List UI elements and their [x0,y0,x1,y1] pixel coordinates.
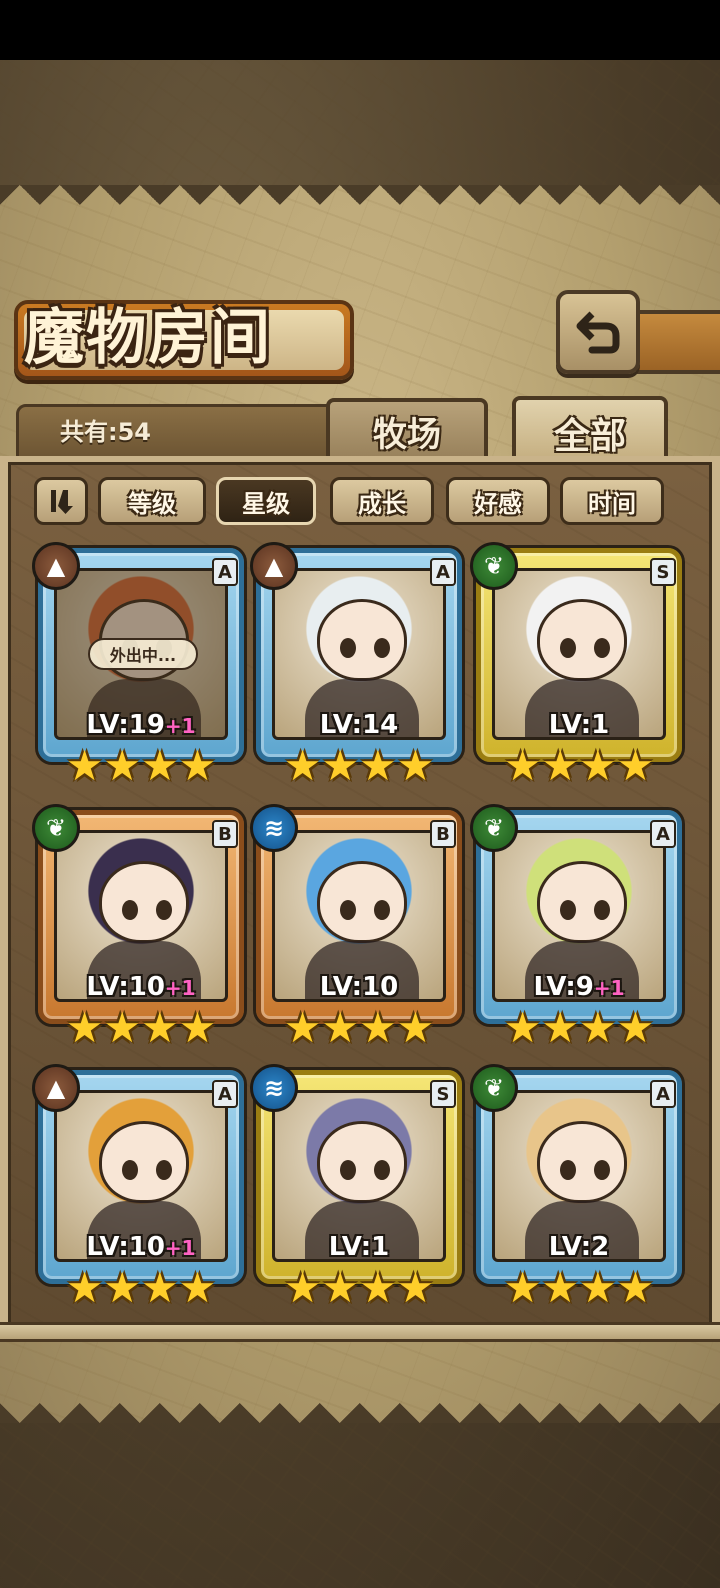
away-status-tag: 外出中... [88,638,198,670]
rock-element-icon: ▲ [32,1064,80,1112]
level-value: LV:10 [86,972,165,1002]
stars-icon: ★★★★ [283,1263,435,1312]
star-rating: ★★★★ [66,744,217,788]
monster-count: 共有:54 [60,418,151,446]
panel-bottom-rail [0,1322,720,1342]
rank-badge: B [430,820,456,848]
torn-edge-bottom [0,1383,720,1423]
leaf-element-icon: ❦ [470,542,518,590]
sort-order-icon [51,490,73,514]
monster-card[interactable]: ❦ B LV:10+1 ★★★★ [32,804,244,1050]
star-rating: ★★★★ [504,1006,655,1050]
level-value: LV:9 [533,972,594,1002]
back-button-tail [636,310,720,374]
level-label: LV:2 [476,1232,682,1262]
stars-icon: ★★★★ [503,741,655,790]
rank-badge: A [212,1080,238,1108]
torn-edge-top [0,185,720,225]
rank-badge: A [650,820,676,848]
tab-ranch[interactable]: 牧场 [326,398,488,460]
status-bar [0,0,720,60]
monster-card[interactable]: ▲ A LV:10+1 ★★★★ [32,1064,244,1310]
water-element-icon: ≋ [250,804,298,852]
level-bonus: +1 [164,1236,196,1260]
monster-card[interactable]: ▲ A 外出中... LV:19+1 ★★★★ [32,542,244,788]
stars-icon: ★★★★ [65,1263,217,1312]
sort-order-toggle[interactable] [34,477,88,525]
level-value: LV:1 [328,1232,390,1262]
stars-icon: ★★★★ [503,1263,655,1312]
rank-badge: A [430,558,456,586]
sort-affection-button[interactable]: 好感 [446,477,550,525]
monster-card[interactable]: ≋ S LV:1 ★★★★ [250,1064,462,1310]
return-arrow-icon [576,311,620,354]
star-rating: ★★★★ [66,1006,217,1050]
star-rating: ★★★★ [504,1266,655,1310]
star-rating: ★★★★ [504,744,655,788]
monster-card[interactable]: ▲ A LV:14 ★★★★ [250,542,462,788]
stars-icon: ★★★★ [283,741,435,790]
rank-badge: S [650,558,676,586]
leaf-element-icon: ❦ [470,1064,518,1112]
rank-badge: A [212,558,238,586]
level-label: LV:10+1 [38,1232,244,1262]
rock-element-icon: ▲ [250,542,298,590]
level-bonus: +1 [164,714,196,738]
monster-card[interactable]: ❦ A LV:2 ★★★★ [470,1064,682,1310]
back-button[interactable] [556,290,640,374]
star-rating: ★★★★ [284,1006,435,1050]
level-value: LV:2 [548,1232,610,1262]
rank-badge: A [650,1080,676,1108]
star-rating: ★★★★ [66,1266,217,1310]
level-label: LV:19+1 [38,710,244,740]
sort-growth-button[interactable]: 成长 [330,477,434,525]
leaf-element-icon: ❦ [470,804,518,852]
star-rating: ★★★★ [284,744,435,788]
water-element-icon: ≋ [250,1064,298,1112]
page-title: 魔物房间 [24,303,272,373]
monster-card[interactable]: ❦ A LV:9+1 ★★★★ [470,804,682,1050]
stars-icon: ★★★★ [503,1003,655,1052]
level-bonus: +1 [593,976,625,1000]
rock-element-icon: ▲ [32,542,80,590]
sort-stars-button[interactable]: 星级 [216,477,316,525]
level-value: LV:1 [548,710,610,740]
level-label: LV:14 [256,710,462,740]
level-bonus: +1 [164,976,196,1000]
rank-badge: B [212,820,238,848]
level-label: LV:10 [256,972,462,1002]
stars-icon: ★★★★ [283,1003,435,1052]
level-value: LV:10 [319,972,399,1002]
level-label: LV:9+1 [476,972,682,1002]
leaf-element-icon: ❦ [32,804,80,852]
sort-level-button[interactable]: 等级 [98,477,206,525]
rank-badge: S [430,1080,456,1108]
star-rating: ★★★★ [284,1266,435,1310]
stars-icon: ★★★★ [65,741,217,790]
sort-time-button[interactable]: 时间 [560,477,664,525]
level-value: LV:14 [319,710,399,740]
level-value: LV:10 [86,1232,165,1262]
level-value: LV:19 [86,710,165,740]
stars-icon: ★★★★ [65,1003,217,1052]
monster-card[interactable]: ≋ B LV:10 ★★★★ [250,804,462,1050]
level-label: LV:1 [256,1232,462,1262]
monster-card[interactable]: ❦ S LV:1 ★★★★ [470,542,682,788]
level-label: LV:1 [476,710,682,740]
level-label: LV:10+1 [38,972,244,1002]
